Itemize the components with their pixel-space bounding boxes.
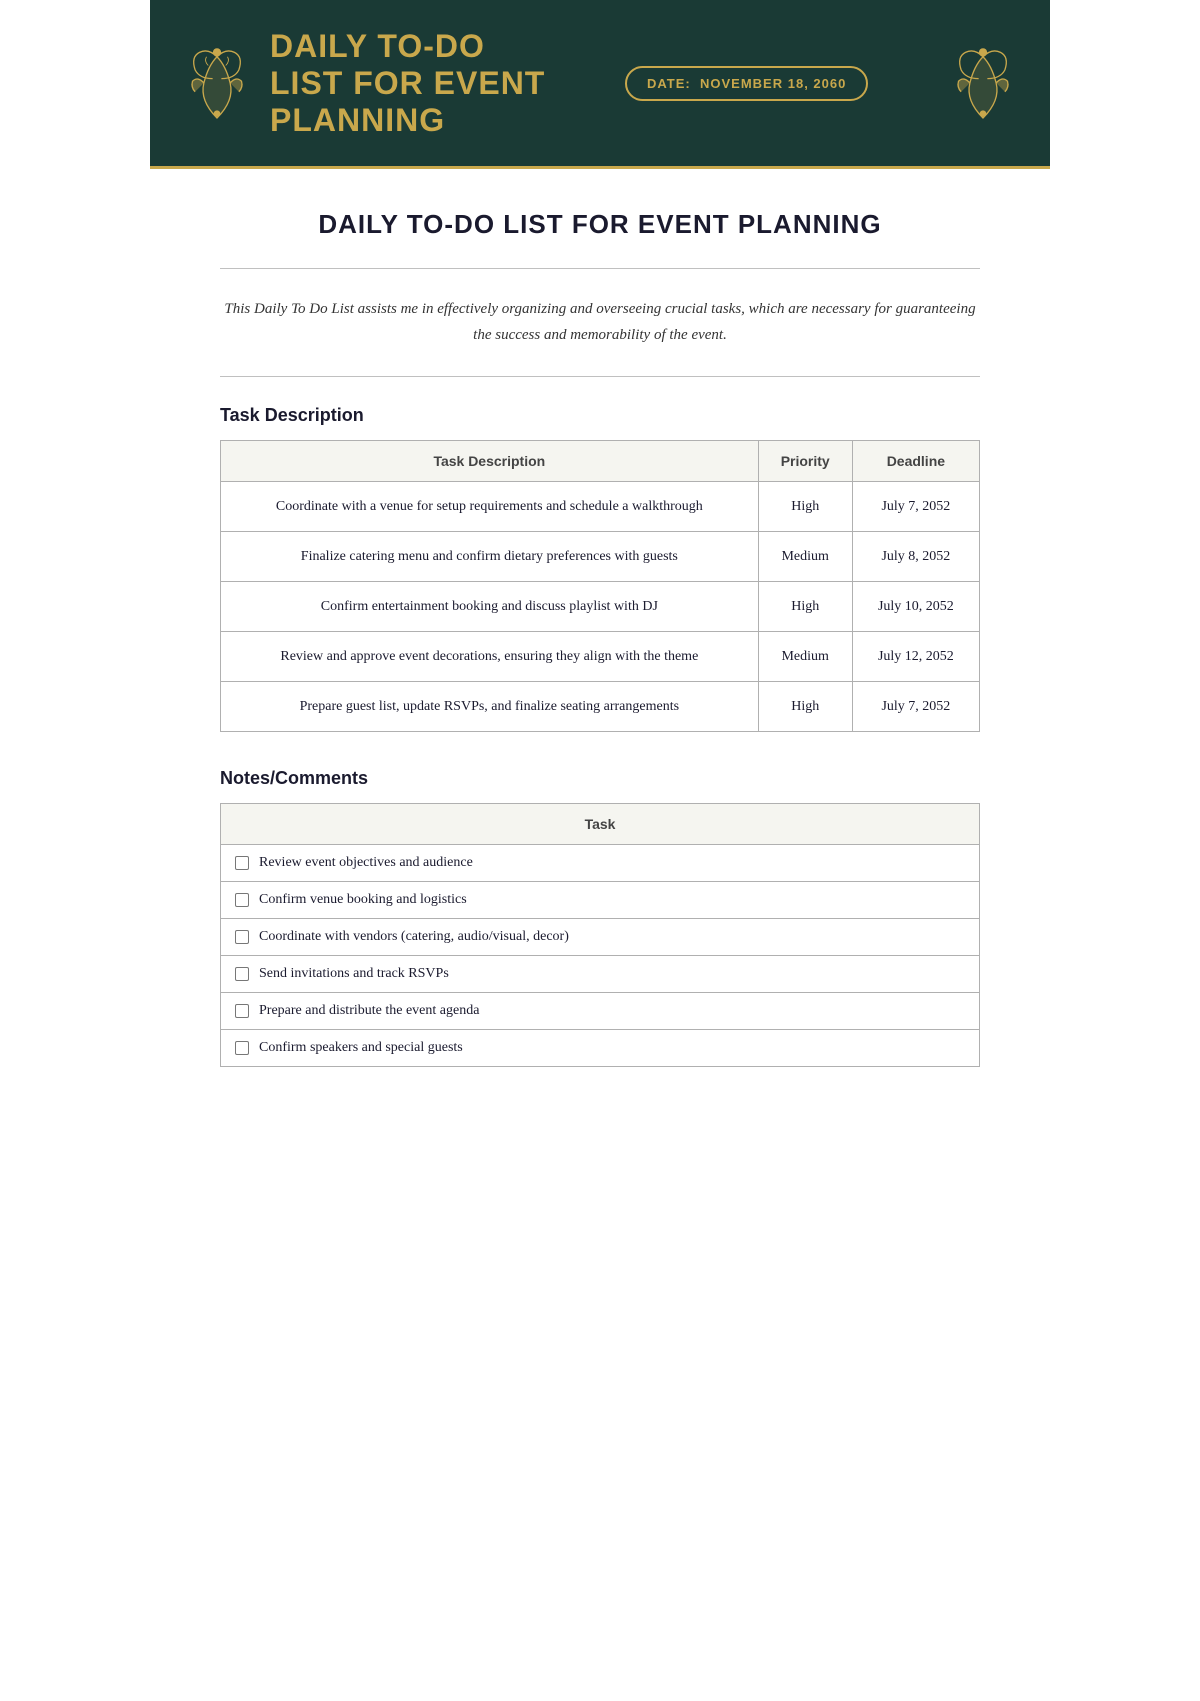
task-cell: Prepare guest list, update RSVPs, and fi… (221, 682, 759, 732)
notes-table: Task Review event objectives and audienc… (220, 803, 980, 1067)
checkbox-icon[interactable] (235, 856, 249, 870)
right-ornament-icon (948, 38, 1018, 128)
task-cell: Review and approve event decorations, en… (221, 632, 759, 682)
notes-task-label: Confirm venue booking and logistics (259, 892, 467, 908)
notes-task-label: Prepare and distribute the event agenda (259, 1003, 479, 1019)
table-row: Confirm entertainment booking and discus… (221, 582, 980, 632)
header-title-block: DAILY TO-DO LIST FOR EVENT PLANNING (270, 28, 545, 138)
col-deadline: Deadline (852, 441, 979, 482)
notes-task-label: Confirm speakers and special guests (259, 1040, 463, 1056)
table-row: Review and approve event decorations, en… (221, 632, 980, 682)
notes-task-cell: Send invitations and track RSVPs (221, 956, 980, 993)
task-table-header-row: Task Description Priority Deadline (221, 441, 980, 482)
task-cell: Confirm entertainment booking and discus… (221, 582, 759, 632)
notes-task-cell: Coordinate with vendors (catering, audio… (221, 919, 980, 956)
priority-cell: High (758, 582, 852, 632)
table-row: Prepare guest list, update RSVPs, and fi… (221, 682, 980, 732)
deadline-cell: July 12, 2052 (852, 632, 979, 682)
deadline-cell: July 8, 2052 (852, 532, 979, 582)
col-priority: Priority (758, 441, 852, 482)
list-item: Confirm venue booking and logistics (221, 882, 980, 919)
list-item: Confirm speakers and special guests (221, 1030, 980, 1067)
description-text: This Daily To Do List assists me in effe… (220, 297, 980, 348)
list-item: Coordinate with vendors (catering, audio… (221, 919, 980, 956)
main-content: DAILY TO-DO LIST FOR EVENT PLANNING This… (150, 169, 1050, 1117)
notes-task-label: Review event objectives and audience (259, 855, 473, 871)
deadline-cell: July 10, 2052 (852, 582, 979, 632)
header-left: DAILY TO-DO LIST FOR EVENT PLANNING (182, 28, 545, 138)
checkbox-icon[interactable] (235, 967, 249, 981)
table-row: Finalize catering menu and confirm dieta… (221, 532, 980, 582)
notes-task-label: Send invitations and track RSVPs (259, 966, 449, 982)
checkbox-icon[interactable] (235, 1041, 249, 1055)
checkbox-icon[interactable] (235, 1004, 249, 1018)
notes-task-cell: Confirm venue booking and logistics (221, 882, 980, 919)
header: DAILY TO-DO LIST FOR EVENT PLANNING DATE… (150, 0, 1050, 169)
deadline-cell: July 7, 2052 (852, 482, 979, 532)
priority-cell: Medium (758, 632, 852, 682)
task-table: Task Description Priority Deadline Coord… (220, 440, 980, 732)
deadline-cell: July 7, 2052 (852, 682, 979, 732)
priority-cell: Medium (758, 532, 852, 582)
task-cell: Coordinate with a venue for setup requir… (221, 482, 759, 532)
notes-table-header-row: Task (221, 804, 980, 845)
list-item: Prepare and distribute the event agenda (221, 993, 980, 1030)
checkbox-icon[interactable] (235, 930, 249, 944)
notes-task-label: Coordinate with vendors (catering, audio… (259, 929, 569, 945)
top-divider (220, 268, 980, 269)
notes-col-task: Task (221, 804, 980, 845)
task-cell: Finalize catering menu and confirm dieta… (221, 532, 759, 582)
page-title: DAILY TO-DO LIST FOR EVENT PLANNING (220, 209, 980, 240)
date-badge: DATE: NOVEMBER 18, 2060 (625, 66, 868, 101)
header-title: DAILY TO-DO LIST FOR EVENT PLANNING (270, 28, 545, 138)
notes-task-cell: Prepare and distribute the event agenda (221, 993, 980, 1030)
priority-cell: High (758, 682, 852, 732)
task-section-title: Task Description (220, 405, 980, 426)
priority-cell: High (758, 482, 852, 532)
left-ornament-icon (182, 38, 252, 128)
notes-task-cell: Confirm speakers and special guests (221, 1030, 980, 1067)
list-item: Review event objectives and audience (221, 845, 980, 882)
checkbox-icon[interactable] (235, 893, 249, 907)
notes-task-cell: Review event objectives and audience (221, 845, 980, 882)
notes-section-title: Notes/Comments (220, 768, 980, 789)
table-row: Coordinate with a venue for setup requir… (221, 482, 980, 532)
list-item: Send invitations and track RSVPs (221, 956, 980, 993)
col-task: Task Description (221, 441, 759, 482)
bottom-divider (220, 376, 980, 377)
